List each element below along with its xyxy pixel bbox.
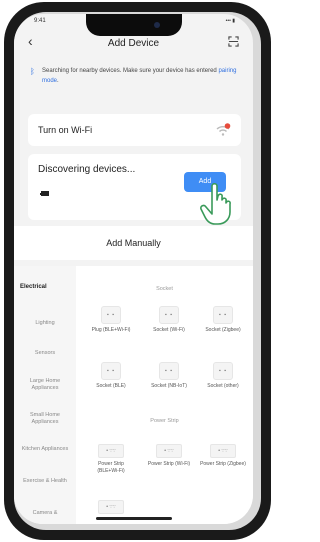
tile-power-strip-zigbee[interactable]: • ∵∵ Power Strip (Zigbee) bbox=[200, 444, 246, 468]
scan-icon[interactable] bbox=[228, 36, 239, 47]
discovering-label: Discovering devices... bbox=[38, 164, 136, 175]
sidebar-item-large-home-appliances[interactable]: Large Home Appliances bbox=[18, 378, 72, 392]
page-title: Add Device bbox=[107, 38, 160, 49]
tile-label: Socket (Wi-Fi) bbox=[153, 327, 185, 333]
socket-icon: ▪ ▪ bbox=[213, 306, 233, 324]
device-catalog: Electrical Lighting Sensors Large Home A… bbox=[14, 266, 253, 524]
power-strip-icon: • ∵∵ bbox=[98, 500, 124, 514]
wifi-off-icon bbox=[216, 123, 231, 136]
tile-label: Socket (BLE) bbox=[96, 383, 126, 389]
socket-icon: ▪ ▪ bbox=[159, 362, 179, 380]
add-manually-header: Add Manually bbox=[14, 226, 253, 260]
tile-socket-wifi[interactable]: ▪ ▪ Socket (Wi-Fi) bbox=[146, 306, 192, 334]
sidebar-item-electrical[interactable]: Electrical bbox=[20, 284, 74, 291]
app-screen: 9:41 ••• ▮ ‹ Add Device ᛒ Searching for … bbox=[14, 14, 253, 524]
tile-socket-nb-iot[interactable]: ▪ ▪ Socket (NB-IoT) bbox=[146, 362, 192, 390]
hint-end: . bbox=[57, 78, 59, 84]
section-socket: Socket bbox=[156, 286, 173, 292]
tile-label: Power Strip (Wi-Fi) bbox=[147, 461, 191, 467]
hint-text: Searching for nearby devices. Make sure … bbox=[42, 68, 219, 74]
socket-icon: ▪ ▪ bbox=[213, 362, 233, 380]
tile-label: Power Strip (BLE+Wi-Fi) bbox=[97, 461, 125, 474]
tile-label: Plug (BLE+Wi-Fi) bbox=[91, 327, 131, 333]
power-strip-icon: • ∵∵ bbox=[156, 444, 182, 458]
tile-power-strip-wifi[interactable]: • ∵∵ Power Strip (Wi-Fi) bbox=[146, 444, 192, 468]
category-sidebar: Electrical Lighting Sensors Large Home A… bbox=[14, 266, 76, 524]
tile-power-strip-ble-wifi[interactable]: • ∵∵ Power Strip (BLE+Wi-Fi) bbox=[88, 444, 134, 474]
sidebar-item-camera[interactable]: Camera & bbox=[18, 510, 72, 517]
device-icon bbox=[40, 191, 49, 196]
tile-socket-ble[interactable]: ▪ ▪ Socket (BLE) bbox=[88, 362, 134, 390]
tile-plug-ble-wifi[interactable]: ▪ ▪ Plug (BLE+Wi-Fi) bbox=[88, 306, 134, 334]
sidebar-item-sensors[interactable]: Sensors bbox=[18, 350, 72, 357]
socket-icon: ▪ ▪ bbox=[159, 306, 179, 324]
tile-socket-zigbee[interactable]: ▪ ▪ Socket (Zigbee) bbox=[200, 306, 246, 334]
camera-notch bbox=[86, 14, 182, 36]
camera-icon bbox=[154, 22, 160, 28]
sidebar-item-exercise-health[interactable]: Exercise & Health bbox=[18, 478, 72, 485]
search-hint: ᛒ Searching for nearby devices. Make sur… bbox=[30, 66, 240, 86]
turn-on-wifi-card[interactable]: Turn on Wi-Fi bbox=[28, 114, 241, 146]
home-indicator[interactable] bbox=[96, 517, 172, 520]
add-manually-title: Add Manually bbox=[106, 238, 161, 248]
tile-socket-other[interactable]: ▪ ▪ Socket (other) bbox=[200, 362, 246, 390]
wifi-label: Turn on Wi-Fi bbox=[38, 125, 93, 135]
socket-icon: ▪ ▪ bbox=[101, 362, 121, 380]
status-time: 9:41 bbox=[34, 18, 46, 24]
sidebar-item-lighting[interactable]: Lighting bbox=[18, 320, 72, 327]
sidebar-item-small-home-appliances[interactable]: Small Home Appliances bbox=[18, 412, 72, 426]
power-strip-icon: • ∵∵ bbox=[210, 444, 236, 458]
bluetooth-icon: ᛒ bbox=[30, 67, 35, 76]
tile-label: Socket (other) bbox=[207, 383, 239, 389]
tile-power-strip-more[interactable]: • ∵∵ bbox=[88, 500, 134, 517]
tile-label: Socket (Zigbee) bbox=[205, 327, 241, 333]
pointer-hand-icon bbox=[200, 182, 231, 225]
sidebar-item-kitchen-appliances[interactable]: Kitchen Appliances bbox=[18, 446, 72, 453]
power-strip-icon: • ∵∵ bbox=[98, 444, 124, 458]
tile-label: Socket (NB-IoT) bbox=[151, 383, 187, 389]
socket-icon: ▪ ▪ bbox=[101, 306, 121, 324]
status-indicators: ••• ▮ bbox=[225, 18, 235, 24]
section-power-strip: Power Strip bbox=[150, 418, 179, 424]
tile-label: Power Strip (Zigbee) bbox=[200, 461, 246, 467]
